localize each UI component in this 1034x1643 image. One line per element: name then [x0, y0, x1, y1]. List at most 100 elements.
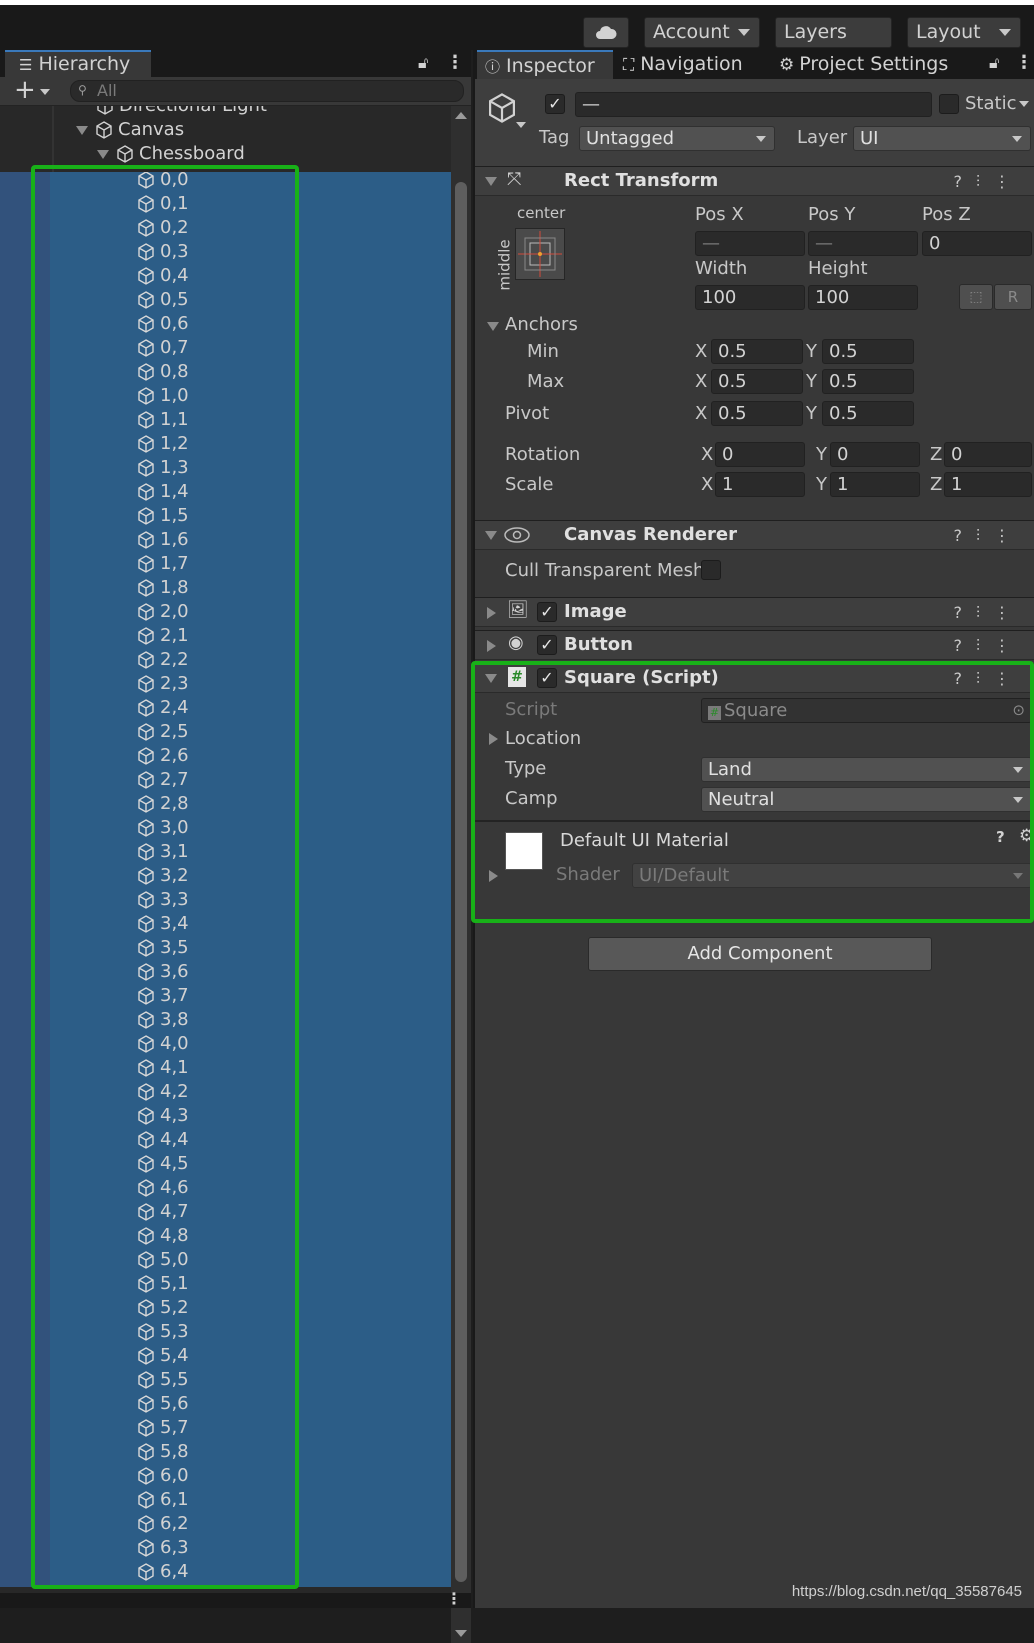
image-enabled-checkbox[interactable]: ✓ [537, 602, 557, 622]
object-name-field[interactable]: — [575, 92, 932, 117]
width-field[interactable]: 100 [695, 285, 805, 310]
layout-dropdown[interactable]: Layout [907, 17, 1021, 48]
more-options-icon[interactable]: ⋮ [994, 636, 1024, 655]
button-enabled-checkbox[interactable]: ✓ [537, 635, 557, 655]
lock-icon[interactable]: 🔓︎ [418, 53, 428, 73]
tab-project-settings[interactable]: ⚙ Project Settings [771, 50, 961, 79]
cube-icon [117, 145, 133, 163]
tag-dropdown[interactable]: Untagged [579, 126, 775, 151]
presets-icon[interactable]: ⫶ [976, 526, 994, 545]
tab-navigation[interactable]: ⛶ Navigation [615, 50, 765, 79]
anchor-min-x-field[interactable]: 0.5 [711, 339, 803, 364]
more-options-icon[interactable]: ⋮ [994, 172, 1024, 191]
expand-arrow-icon[interactable] [97, 150, 109, 159]
anchor-min-y-field[interactable]: 0.5 [822, 339, 914, 364]
pos-x-field[interactable]: — [695, 231, 805, 256]
layers-dropdown[interactable]: Layers [775, 17, 892, 59]
rotation-z-field[interactable]: 0 [944, 442, 1032, 467]
active-checkbox[interactable]: ✓ [545, 94, 565, 114]
pivot-x-field[interactable]: 0.5 [711, 401, 803, 426]
rect-transform-header[interactable]: ⤧ Rect Transform ?⫶⋮ [475, 166, 1034, 196]
rotation-x-field[interactable]: 0 [715, 442, 805, 467]
list-icon: ☰ [19, 56, 33, 74]
raw-edit-button[interactable]: R [994, 284, 1032, 310]
help-icon[interactable]: ? [953, 636, 976, 655]
rotation-label: Rotation [505, 444, 581, 465]
foldout-arrow-icon[interactable] [485, 531, 497, 540]
foldout-arrow-icon[interactable] [487, 640, 496, 652]
help-icon[interactable]: ? [953, 603, 976, 622]
pos-z-label: Pos Z [922, 204, 971, 225]
eye-icon [504, 527, 530, 543]
anchor-h-label: center [517, 204, 566, 222]
button-header[interactable]: ◉ ✓ Button ?⫶⋮ [475, 630, 1034, 660]
anchor-max-x-field[interactable]: 0.5 [711, 369, 803, 394]
scroll-up-icon[interactable] [455, 112, 467, 119]
tab-label: Project Settings [799, 53, 949, 75]
scale-y-field[interactable]: 1 [830, 472, 920, 497]
scale-x-field[interactable]: 1 [715, 472, 805, 497]
presets-icon[interactable]: ⫶ [976, 172, 994, 191]
cull-transparent-mesh-checkbox[interactable] [701, 560, 721, 580]
chevron-down-icon[interactable] [40, 89, 50, 95]
tree-item-directional-light[interactable]: Directional Light [95, 106, 267, 118]
scale-z-field[interactable]: 1 [944, 472, 1032, 497]
chevron-down-icon[interactable] [1019, 101, 1029, 107]
pos-z-field[interactable]: 0 [922, 231, 1032, 256]
anchors-label[interactable]: Anchors [505, 314, 578, 335]
tree-item-canvas[interactable]: Canvas [76, 118, 184, 142]
more-options-icon[interactable]: ⋮ [446, 52, 464, 73]
axis-x-label: X [701, 444, 714, 465]
tree-item-chessboard[interactable]: Chessboard [97, 142, 245, 166]
pos-x-label: Pos X [695, 204, 744, 225]
object-header: ✓ — Static Tag Untagged Layer UI [475, 79, 1034, 166]
presets-icon[interactable]: ⫶ [976, 636, 994, 655]
height-field[interactable]: 100 [808, 285, 918, 310]
tab-hierarchy[interactable]: ☰ Hierarchy [5, 50, 151, 77]
axis-z-label: Z [930, 444, 943, 465]
pos-y-field[interactable]: — [808, 231, 918, 256]
tab-inspector[interactable]: ⓘ Inspector [477, 50, 613, 79]
add-icon[interactable]: + [14, 75, 36, 105]
more-options-icon[interactable]: ⋮ [1015, 52, 1033, 73]
lock-icon[interactable]: 🔓︎ [989, 53, 999, 73]
anchor-presets-button[interactable] [515, 228, 565, 280]
gameobject-icon[interactable] [485, 91, 519, 125]
image-header[interactable]: 🖼︎ ✓ Image ?⫶⋮ [475, 597, 1034, 627]
canvas-renderer-header[interactable]: Canvas Renderer ?⫶⋮ [475, 520, 1034, 550]
indent-guide [52, 106, 54, 172]
foldout-arrow-icon[interactable] [485, 177, 497, 186]
foldout-arrow-icon[interactable] [487, 322, 499, 331]
rect-transform-icon: ⤧ [507, 169, 522, 190]
scrollbar-thumb[interactable] [455, 182, 467, 1582]
help-icon[interactable]: ? [953, 526, 976, 545]
section-title: Button [564, 634, 633, 655]
blueprint-mode-button[interactable]: ⬚ [959, 284, 993, 310]
axis-y-label: Y [806, 371, 817, 392]
more-options-icon[interactable]: ⋮ [994, 603, 1024, 622]
help-icon[interactable]: ? [953, 172, 976, 191]
max-label: Max [527, 371, 565, 392]
account-dropdown[interactable]: Account [644, 17, 760, 48]
cloud-button[interactable] [583, 17, 629, 48]
layer-dropdown[interactable]: UI [853, 126, 1031, 151]
axis-z-label: Z [930, 474, 943, 495]
scroll-down-icon[interactable] [455, 1630, 467, 1637]
more-options-icon[interactable]: ⋮ [994, 526, 1024, 545]
tag-value: Untagged [586, 128, 675, 149]
static-checkbox [939, 94, 959, 114]
add-component-button[interactable]: Add Component [588, 937, 932, 971]
more-options-icon[interactable]: ⋮ [446, 1589, 462, 1608]
hierarchy-scrollbar[interactable] [451, 106, 471, 1643]
search-icon: ⚲ [78, 83, 87, 97]
pivot-y-field[interactable]: 0.5 [822, 401, 914, 426]
anchor-v-label: middle [495, 239, 514, 291]
presets-icon[interactable]: ⫶ [976, 603, 994, 622]
foldout-arrow-icon[interactable] [487, 607, 496, 619]
anchor-max-y-field[interactable]: 0.5 [822, 369, 914, 394]
chevron-down-icon[interactable] [516, 122, 526, 128]
rotation-y-field[interactable]: 0 [830, 442, 920, 467]
hierarchy-search-input[interactable]: ⚲ All [70, 80, 464, 102]
expand-arrow-icon[interactable] [76, 126, 88, 135]
watermark-text: https://blog.csdn.net/qq_35587645 [791, 1583, 1022, 1600]
